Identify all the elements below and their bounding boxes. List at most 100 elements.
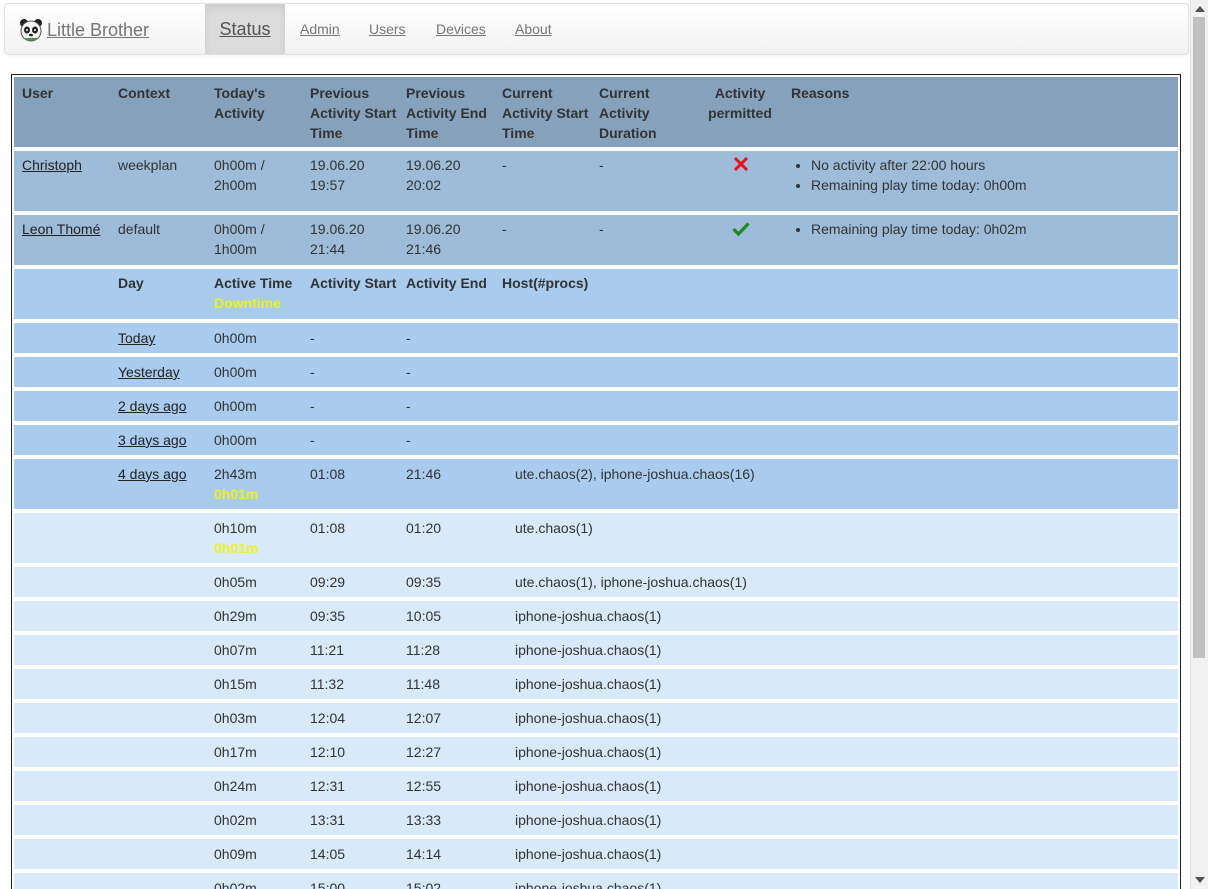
detail-end: 11:48 bbox=[406, 676, 440, 692]
activity-detail-row: 0h02m 13:31 13:33 iphone-joshua.chaos(1) bbox=[14, 805, 1178, 835]
activity-detail-row: 0h10m 0h01m 01:08 01:20 ute.chaos(1) bbox=[14, 513, 1178, 563]
user-row: Christoph weekplan 0h00m / 2h00m 19.06.2… bbox=[14, 151, 1178, 211]
activity-detail-row: 0h02m 15:00 15:02 iphone-joshua.chaos(1) bbox=[14, 873, 1178, 889]
page: Little Brother Status Admin Users Device… bbox=[0, 0, 1190, 889]
activity-detail-row: 0h15m 11:32 11:48 iphone-joshua.chaos(1) bbox=[14, 669, 1178, 699]
detail-start: 11:21 bbox=[310, 642, 344, 658]
brand-link[interactable]: Little Brother bbox=[19, 17, 149, 43]
scrollbar-thumb[interactable] bbox=[1193, 17, 1205, 658]
detail-active-time: 0h02m bbox=[214, 812, 257, 828]
prev-end-date: 19.06.20 bbox=[406, 157, 461, 173]
day-row: 4 days ago 2h43m 0h01m 01:08 21:46 ute.c… bbox=[14, 459, 1178, 509]
day-active-time: 0h00m bbox=[214, 330, 257, 346]
history-header-host: Host(#procs) bbox=[502, 275, 589, 291]
header-current-start: Current Activity Start Time bbox=[502, 85, 589, 141]
prev-start-time: 21:44 bbox=[310, 241, 346, 257]
day-link[interactable]: 4 days ago bbox=[118, 464, 187, 484]
day-row: Today 0h00m - - bbox=[14, 323, 1178, 353]
activity-detail-row: 0h03m 12:04 12:07 iphone-joshua.chaos(1) bbox=[14, 703, 1178, 733]
detail-active-time: 0h02m bbox=[214, 880, 257, 889]
day-end: - bbox=[406, 432, 411, 448]
scroll-down-arrow-icon[interactable] bbox=[1195, 877, 1205, 883]
activity-detail-row: 0h09m 14:05 14:14 iphone-joshua.chaos(1) bbox=[14, 839, 1178, 869]
day-link[interactable]: 3 days ago bbox=[118, 430, 187, 450]
day-link[interactable]: 2 days ago bbox=[118, 396, 187, 416]
day-row: 3 days ago 0h00m - - bbox=[14, 425, 1178, 455]
header-current-duration: Current Activity Duration bbox=[599, 85, 657, 141]
day-start: - bbox=[310, 330, 315, 346]
history-header-end: Activity End bbox=[406, 275, 487, 291]
user-name-link[interactable]: Leon Thomé bbox=[22, 219, 100, 239]
detail-start: 14:05 bbox=[310, 846, 346, 862]
todays-activity-used: 0h00m / bbox=[214, 157, 265, 173]
status-table: User Context Today's Activity Previous A… bbox=[11, 74, 1181, 889]
detail-active-time: 0h15m bbox=[214, 676, 257, 692]
header-previous-start: Previous Activity Start Time bbox=[310, 85, 397, 141]
brand-label: Little Brother bbox=[47, 19, 150, 40]
detail-active-time: 0h05m bbox=[214, 574, 257, 590]
history-header-day: Day bbox=[118, 275, 144, 291]
detail-end: 01:20 bbox=[406, 520, 442, 536]
day-start: - bbox=[310, 364, 315, 380]
nav-tab-users[interactable]: Users bbox=[369, 4, 406, 54]
detail-downtime: 0h01m bbox=[214, 540, 259, 556]
todays-activity-limit: 1h00m bbox=[214, 241, 257, 257]
day-start: - bbox=[310, 432, 315, 448]
detail-host: iphone-joshua.chaos(1) bbox=[515, 812, 662, 828]
detail-host: iphone-joshua.chaos(1) bbox=[515, 608, 662, 624]
detail-active-time: 0h03m bbox=[214, 710, 257, 726]
detail-host: iphone-joshua.chaos(1) bbox=[515, 744, 662, 760]
check-icon bbox=[732, 222, 750, 236]
vertical-scrollbar[interactable] bbox=[1190, 0, 1208, 889]
user-row: Leon Thomé default 0h00m / 1h00m 19.06.2… bbox=[14, 215, 1178, 265]
day-link[interactable]: Today bbox=[118, 328, 155, 348]
detail-end: 09:35 bbox=[406, 574, 442, 590]
activity-detail-row: 0h05m 09:29 09:35 ute.chaos(1), iphone-j… bbox=[14, 567, 1178, 597]
reason-item: No activity after 22:00 hours bbox=[811, 155, 1171, 175]
detail-host: iphone-joshua.chaos(1) bbox=[515, 778, 662, 794]
nav-tab-status[interactable]: Status bbox=[205, 4, 285, 54]
nav-tab-admin[interactable]: Admin bbox=[300, 4, 340, 54]
detail-host: iphone-joshua.chaos(1) bbox=[515, 846, 662, 862]
user-context: weekplan bbox=[118, 157, 178, 173]
table-header-row: User Context Today's Activity Previous A… bbox=[14, 77, 1178, 147]
current-duration: - bbox=[599, 221, 604, 237]
day-row: Yesterday 0h00m - - bbox=[14, 357, 1178, 387]
nav-tab-devices[interactable]: Devices bbox=[436, 4, 486, 54]
detail-end: 11:28 bbox=[406, 642, 440, 658]
detail-start: 01:08 bbox=[310, 520, 346, 536]
history-header-start: Activity Start bbox=[310, 275, 397, 291]
todays-activity-used: 0h00m / bbox=[214, 221, 265, 237]
detail-host: ute.chaos(1), iphone-joshua.chaos(1) bbox=[515, 574, 747, 590]
scroll-up-arrow-icon[interactable] bbox=[1195, 6, 1205, 12]
nav-tab-about[interactable]: About bbox=[515, 4, 552, 54]
current-start: - bbox=[502, 157, 507, 173]
header-previous-end: Previous Activity End Time bbox=[406, 85, 487, 141]
detail-active-time: 0h07m bbox=[214, 642, 257, 658]
detail-host: ute.chaos(1) bbox=[515, 520, 593, 536]
reason-item: Remaining play time today: 0h00m bbox=[811, 175, 1171, 195]
header-todays-activity: Today's Activity bbox=[214, 85, 266, 121]
activity-detail-row: 0h29m 09:35 10:05 iphone-joshua.chaos(1) bbox=[14, 601, 1178, 631]
current-start: - bbox=[502, 221, 507, 237]
activity-detail-row: 0h24m 12:31 12:55 iphone-joshua.chaos(1) bbox=[14, 771, 1178, 801]
detail-start: 09:29 bbox=[310, 574, 346, 590]
prev-start-date: 19.06.20 bbox=[310, 157, 365, 173]
detail-host: iphone-joshua.chaos(1) bbox=[515, 880, 662, 889]
activity-detail-row: 0h07m 11:21 11:28 iphone-joshua.chaos(1) bbox=[14, 635, 1178, 665]
history-header-row: Day Active Time Downtime Activity Start … bbox=[14, 269, 1178, 319]
day-active-time: 0h00m bbox=[214, 364, 257, 380]
user-name-link[interactable]: Christoph bbox=[22, 155, 82, 175]
detail-start: 09:35 bbox=[310, 608, 346, 624]
detail-host: iphone-joshua.chaos(1) bbox=[515, 676, 662, 692]
detail-end: 10:05 bbox=[406, 608, 442, 624]
reason-item: Remaining play time today: 0h02m bbox=[811, 219, 1171, 239]
day-link[interactable]: Yesterday bbox=[118, 362, 180, 382]
prev-end-time: 21:46 bbox=[406, 241, 442, 257]
header-activity-permitted: Activity permitted bbox=[708, 85, 772, 121]
detail-end: 12:55 bbox=[406, 778, 442, 794]
detail-end: 13:33 bbox=[406, 812, 442, 828]
detail-active-time: 0h24m bbox=[214, 778, 257, 794]
detail-host: iphone-joshua.chaos(1) bbox=[515, 710, 662, 726]
detail-active-time: 0h09m bbox=[214, 846, 257, 862]
